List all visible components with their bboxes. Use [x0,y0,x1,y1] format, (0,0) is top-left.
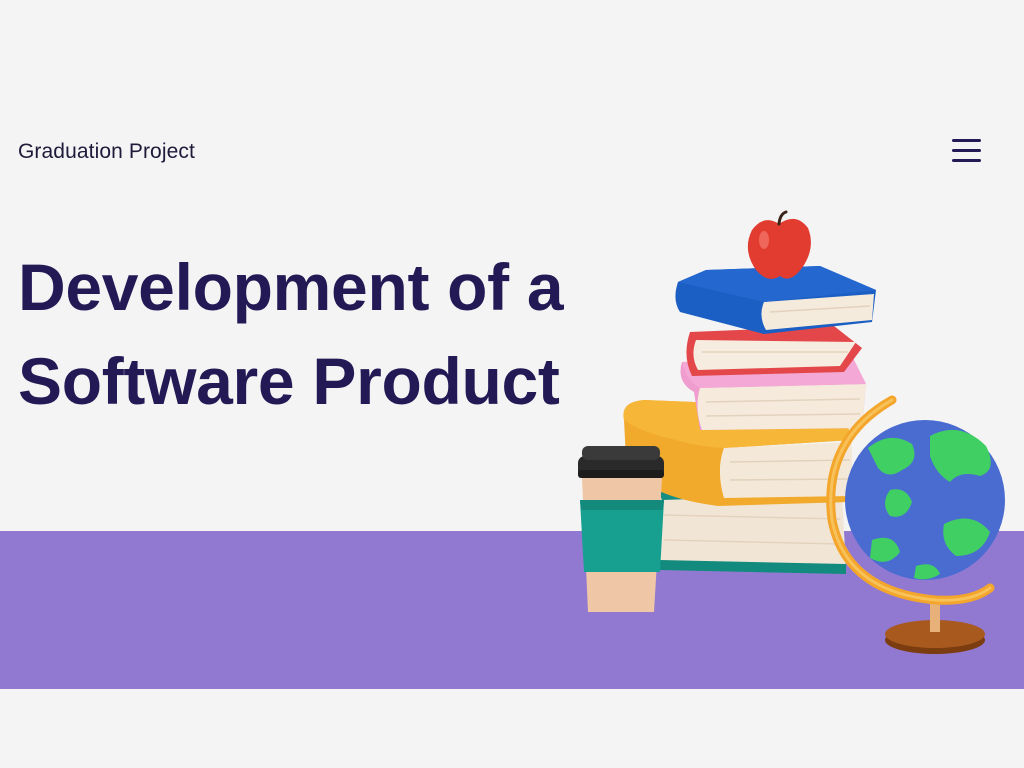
red-book-icon [686,326,862,376]
title-line-2: Software Product [18,344,560,418]
menu-button[interactable] [950,136,984,166]
globe-icon [826,395,1005,654]
slide: Graduation Project Development of a Soft… [0,0,1024,768]
page-title: Development of a Software Product [18,240,638,428]
title-line-1: Development of a [18,250,564,324]
coffee-cup-icon [578,446,664,612]
education-illustration [578,210,1005,654]
project-label: Graduation Project [18,140,195,163]
